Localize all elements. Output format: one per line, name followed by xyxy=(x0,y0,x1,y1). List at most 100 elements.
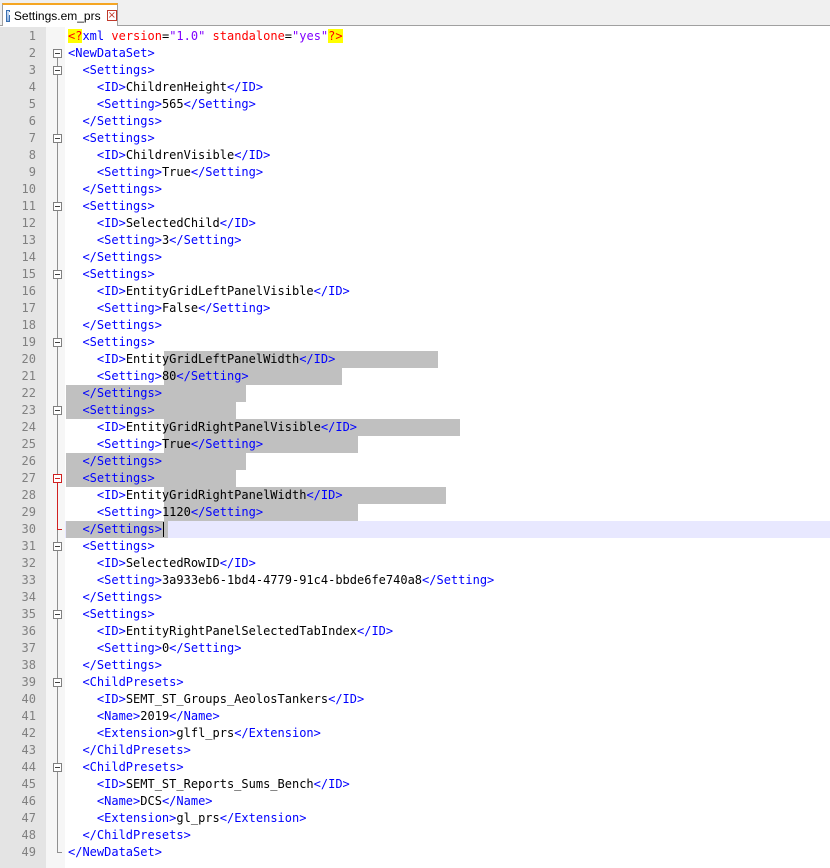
fold-collapse-icon[interactable] xyxy=(53,270,62,279)
code-line[interactable]: 43 </ChildPresets> xyxy=(0,742,830,759)
code-line[interactable]: 35 <Settings> xyxy=(0,606,830,623)
code-line[interactable]: 19 <Settings> xyxy=(0,334,830,351)
code-line[interactable]: 12 <ID>SelectedChild</ID> xyxy=(0,215,830,232)
fold-collapse-icon[interactable] xyxy=(53,678,62,687)
code-line[interactable]: 18 </Settings> xyxy=(0,317,830,334)
fold-collapse-icon[interactable] xyxy=(53,202,62,211)
fold-collapse-icon[interactable] xyxy=(53,610,62,619)
code-line[interactable]: 13 <Setting>3</Setting> xyxy=(0,232,830,249)
code-line[interactable]: 39 <ChildPresets> xyxy=(0,674,830,691)
fold-collapse-icon[interactable] xyxy=(53,542,62,551)
fold-guide xyxy=(57,164,58,181)
line-code: <ID>EntityGridLeftPanelVisible</ID> xyxy=(96,284,350,298)
code-line[interactable]: 4 <ID>ChildrenHeight</ID> xyxy=(0,79,830,96)
code-line[interactable]: 34 </Settings> xyxy=(0,589,830,606)
code-line[interactable]: 10 </Settings> xyxy=(0,181,830,198)
line-number: 5 xyxy=(28,97,36,111)
code-line[interactable]: 45 <ID>SEMT_ST_Reports_Sums_Bench</ID> xyxy=(0,776,830,793)
fold-collapse-icon[interactable] xyxy=(53,134,62,143)
fold-collapse-icon[interactable] xyxy=(53,763,62,772)
code-line[interactable]: 21 <Setting>80</Setting> xyxy=(0,368,830,385)
code-line[interactable]: 1 <?xml version="1.0" standalone="yes"?> xyxy=(0,28,830,45)
close-icon[interactable]: × xyxy=(106,10,117,21)
code-line[interactable]: 9 <Setting>True</Setting> xyxy=(0,164,830,181)
code-line[interactable]: 2 <NewDataSet> xyxy=(0,45,830,62)
line-code: <Setting>3a933eb6-1bd4-4779-91c4-bbde6fe… xyxy=(96,573,495,587)
line-number: 19 xyxy=(21,335,36,349)
line-number: 26 xyxy=(21,454,36,468)
code-line[interactable]: 20 <ID>EntityGridLeftPanelWidth</ID> xyxy=(0,351,830,368)
tab-settings-em-prs[interactable]: Settings.em_prs × xyxy=(2,3,118,26)
line-code: <Setting>False</Setting> xyxy=(96,301,271,315)
code-line[interactable]: 31 <Settings> xyxy=(0,538,830,555)
fold-guide xyxy=(57,827,58,844)
fold-guide xyxy=(57,317,58,334)
line-code: <Setting>0</Setting> xyxy=(96,641,242,655)
line-number: 40 xyxy=(21,692,36,706)
code-line[interactable]: 40 <ID>SEMT_ST_Groups_AeolosTankers</ID> xyxy=(0,691,830,708)
code-line[interactable]: 24 <ID>EntityGridRightPanelVisible</ID> xyxy=(0,419,830,436)
code-line[interactable]: 6 </Settings> xyxy=(0,113,830,130)
code-line[interactable]: 5 <Setting>565</Setting> xyxy=(0,96,830,113)
line-code: </Settings> xyxy=(82,250,162,264)
fold-guide xyxy=(57,147,58,164)
code-line[interactable]: 36 <ID>EntityRightPanelSelectedTabIndex<… xyxy=(0,623,830,640)
code-line[interactable]: 3 <Settings> xyxy=(0,62,830,79)
line-code: </Settings> xyxy=(82,114,162,128)
code-line[interactable]: 8 <ID>ChildrenVisible</ID> xyxy=(0,147,830,164)
fold-guide xyxy=(57,232,58,249)
code-line[interactable]: 42 <Extension>glfl_prs</Extension> xyxy=(0,725,830,742)
code-line[interactable]: 17 <Setting>False</Setting> xyxy=(0,300,830,317)
code-line[interactable]: 32 <ID>SelectedRowID</ID> xyxy=(0,555,830,572)
line-number: 22 xyxy=(21,386,36,400)
fold-guide xyxy=(57,530,58,538)
code-line[interactable]: 30 </Settings> xyxy=(0,521,830,538)
code-line[interactable]: 22 </Settings> xyxy=(0,385,830,402)
code-line[interactable]: 46 <Name>DCS</Name> xyxy=(0,793,830,810)
code-line[interactable]: 47 <Extension>gl_prs</Extension> xyxy=(0,810,830,827)
fold-guide xyxy=(57,589,58,606)
code-line[interactable]: 38 </Settings> xyxy=(0,657,830,674)
code-line[interactable]: 29 <Setting>1120</Setting> xyxy=(0,504,830,521)
code-line[interactable]: 37 <Setting>0</Setting> xyxy=(0,640,830,657)
fold-guide xyxy=(57,215,58,232)
code-line[interactable]: 25 <Setting>True</Setting> xyxy=(0,436,830,453)
fold-guide xyxy=(57,691,58,708)
code-line[interactable]: 26 </Settings> xyxy=(0,453,830,470)
fold-collapse-icon[interactable] xyxy=(53,474,62,483)
fold-collapse-icon[interactable] xyxy=(53,338,62,347)
line-number: 29 xyxy=(21,505,36,519)
fold-collapse-icon[interactable] xyxy=(53,406,62,415)
fold-guide xyxy=(57,181,58,198)
code-line[interactable]: 48 </ChildPresets> xyxy=(0,827,830,844)
code-line[interactable]: 16 <ID>EntityGridLeftPanelVisible</ID> xyxy=(0,283,830,300)
fold-collapse-icon[interactable] xyxy=(53,66,62,75)
code-editor[interactable]: 1 <?xml version="1.0" standalone="yes"?> 2… xyxy=(0,27,830,868)
code-line[interactable]: 49 </NewDataSet> xyxy=(0,844,830,861)
code-line[interactable]: 23 <Settings> xyxy=(0,402,830,419)
line-code: <Settings> xyxy=(82,403,155,417)
code-line[interactable]: 11 <Settings> xyxy=(0,198,830,215)
code-line[interactable]: 7 <Settings> xyxy=(0,130,830,147)
line-code: </Settings> xyxy=(82,590,162,604)
line-number: 47 xyxy=(21,811,36,825)
line-code: <ID>EntityGridRightPanelVisible</ID> xyxy=(96,420,358,434)
save-icon xyxy=(6,9,15,22)
line-number: 14 xyxy=(21,250,36,264)
code-line[interactable]: 33 <Setting>3a933eb6-1bd4-4779-91c4-bbde… xyxy=(0,572,830,589)
code-line[interactable]: 28 <ID>EntityGridRightPanelWidth</ID> xyxy=(0,487,830,504)
line-code: <Setting>3</Setting> xyxy=(96,233,242,247)
line-code: <ChildPresets> xyxy=(82,760,184,774)
code-line[interactable]: 14 </Settings> xyxy=(0,249,830,266)
line-code: <Settings> xyxy=(82,607,155,621)
line-number: 38 xyxy=(21,658,36,672)
code-line[interactable]: 27 <Settings> xyxy=(0,470,830,487)
fold-guide xyxy=(57,742,58,759)
code-line[interactable]: 15 <Settings> xyxy=(0,266,830,283)
line-code: <ID>EntityRightPanelSelectedTabIndex</ID… xyxy=(96,624,394,638)
fold-collapse-icon[interactable] xyxy=(53,49,62,58)
code-line[interactable]: 41 <Name>2019</Name> xyxy=(0,708,830,725)
code-line[interactable]: 44 <ChildPresets> xyxy=(0,759,830,776)
line-number: 27 xyxy=(21,471,36,485)
line-number: 46 xyxy=(21,794,36,808)
